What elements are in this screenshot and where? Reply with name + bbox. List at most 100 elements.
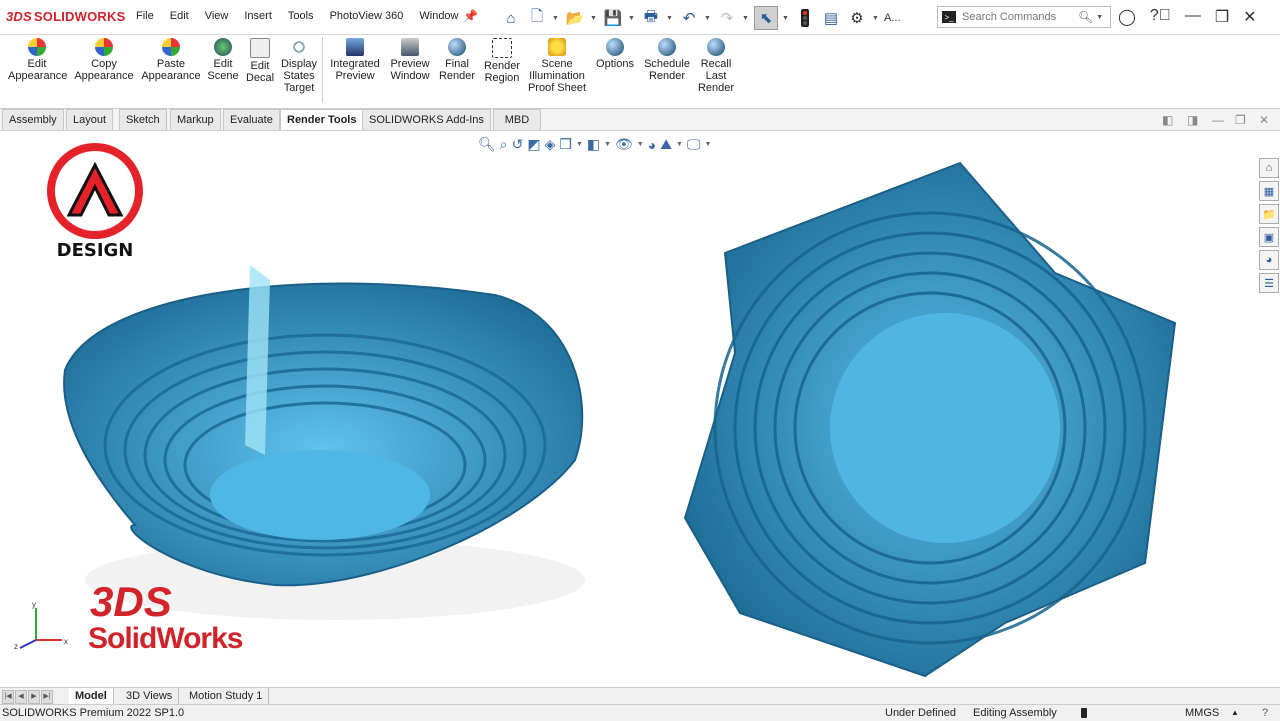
- save-icon[interactable]: 💾: [602, 7, 624, 29]
- apply-scene-dropdown-icon[interactable]: ▼: [676, 141, 683, 148]
- next-tab-icon[interactable]: ▶: [28, 690, 40, 704]
- home-icon[interactable]: ⌂: [500, 7, 522, 29]
- tab-assembly[interactable]: Assembly: [2, 109, 64, 130]
- quick-more[interactable]: A...: [884, 12, 901, 24]
- prev-doc-icon[interactable]: ◧: [1162, 113, 1173, 127]
- new-doc-icon[interactable]: 🗋: [526, 7, 548, 29]
- edit-scene-button[interactable]: Edit Scene: [207, 38, 239, 82]
- tab-3d-views[interactable]: 3D Views: [120, 688, 180, 704]
- dynamic-annotation-icon[interactable]: ◈: [545, 136, 556, 153]
- section-view-icon[interactable]: ◩: [527, 136, 540, 153]
- view-settings-dropdown-icon[interactable]: ▼: [704, 141, 711, 148]
- solidworks-logo[interactable]: 3DS SOLIDWORKS: [6, 9, 125, 24]
- redo-dropdown-icon[interactable]: ▼: [742, 15, 750, 22]
- close-icon[interactable]: ✕: [1243, 7, 1256, 27]
- tab-mbd[interactable]: MBD: [493, 109, 541, 130]
- custom-properties-icon[interactable]: ☰: [1259, 273, 1279, 293]
- hide-show-icon[interactable]: 👁︎: [615, 136, 633, 153]
- open-icon[interactable]: 📂: [564, 7, 586, 29]
- options-gear-icon[interactable]: ⚙: [846, 7, 868, 29]
- final-render-button[interactable]: Final Render: [438, 38, 476, 82]
- options-button[interactable]: Options: [594, 38, 636, 70]
- first-tab-icon[interactable]: |◀: [2, 690, 14, 704]
- solidworks-resources-icon[interactable]: ⌂: [1259, 158, 1279, 178]
- rebuild-traffic-light-icon[interactable]: [1081, 708, 1087, 718]
- menu-file[interactable]: File: [128, 10, 162, 22]
- save-dropdown-icon[interactable]: ▼: [628, 15, 636, 22]
- bowl-model-right[interactable]: [680, 158, 1180, 680]
- tab-motion-study[interactable]: Motion Study 1: [183, 688, 270, 704]
- schedule-render-button[interactable]: Schedule Render: [642, 38, 692, 82]
- edit-appearance-button[interactable]: Edit Appearance: [8, 38, 67, 82]
- prev-tab-icon[interactable]: ◀: [15, 690, 27, 704]
- scene-illumination-button[interactable]: Scene Illumination Proof Sheet: [527, 38, 587, 94]
- display-states-target-button[interactable]: Display States Target: [280, 38, 318, 94]
- menu-insert[interactable]: Insert: [236, 10, 280, 22]
- doc-minimize-icon[interactable]: —: [1212, 113, 1224, 127]
- new-dropdown-icon[interactable]: ▼: [552, 15, 560, 22]
- search-input[interactable]: [960, 10, 1074, 24]
- doc-restore-icon[interactable]: ❐: [1235, 113, 1246, 127]
- menu-view[interactable]: View: [197, 10, 237, 22]
- tab-layout[interactable]: Layout: [66, 109, 114, 130]
- display-style-dropdown-icon[interactable]: ▼: [604, 141, 611, 148]
- view-palette-icon[interactable]: ▣: [1259, 227, 1279, 247]
- account-icon[interactable]: ◯: [1118, 7, 1136, 27]
- traffic-light-icon[interactable]: [794, 7, 816, 29]
- print-icon[interactable]: 🖶: [640, 7, 662, 29]
- apply-scene-icon[interactable]: ⛰: [660, 136, 672, 153]
- tab-evaluate[interactable]: Evaluate: [223, 109, 280, 130]
- tab-markup[interactable]: Markup: [170, 109, 221, 130]
- search-dropdown-icon[interactable]: ▼: [1096, 14, 1103, 21]
- menu-tools[interactable]: Tools: [280, 10, 322, 22]
- integrated-preview-button[interactable]: Integrated Preview: [328, 38, 382, 82]
- next-doc-icon[interactable]: ◨: [1187, 113, 1198, 127]
- select-icon[interactable]: ⬉: [754, 6, 778, 30]
- minimize-icon[interactable]: —: [1185, 7, 1201, 27]
- view-settings-icon[interactable]: 🖵: [687, 136, 701, 153]
- pin-icon[interactable]: 📌: [463, 9, 478, 23]
- status-units[interactable]: MMGS: [1185, 705, 1219, 721]
- render-region-button[interactable]: Render Region: [482, 38, 522, 84]
- doc-close-icon[interactable]: ✕: [1259, 113, 1269, 127]
- appearances-scenes-icon[interactable]: ◕: [1259, 250, 1279, 270]
- search-box[interactable]: >_ 🔍︎ ▼: [937, 6, 1111, 28]
- paste-appearance-button[interactable]: Paste Appearance: [141, 38, 201, 82]
- view-orientation-icon[interactable]: ❒: [559, 136, 572, 153]
- units-dropdown-icon[interactable]: ▲: [1231, 705, 1239, 721]
- recall-last-render-button[interactable]: Recall Last Render: [696, 38, 736, 94]
- preview-window-button[interactable]: Preview Window: [388, 38, 432, 82]
- display-style-icon[interactable]: ◧: [587, 136, 600, 153]
- help-icon[interactable]: ?⃝: [1150, 7, 1171, 27]
- edit-decal-button[interactable]: Edit Decal: [244, 38, 276, 84]
- search-icon[interactable]: 🔍︎: [1078, 10, 1093, 24]
- zoom-to-area-icon[interactable]: ⌕: [500, 136, 508, 153]
- open-dropdown-icon[interactable]: ▼: [590, 15, 598, 22]
- help-status-icon[interactable]: ?: [1262, 705, 1268, 721]
- select-dropdown-icon[interactable]: ▼: [782, 15, 790, 22]
- view-orientation-dropdown-icon[interactable]: ▼: [576, 141, 583, 148]
- menu-window[interactable]: Window: [411, 10, 466, 22]
- file-props-icon[interactable]: ▤: [820, 7, 842, 29]
- copy-appearance-button[interactable]: Copy Appearance: [74, 38, 134, 82]
- design-library-icon[interactable]: ▦: [1259, 181, 1279, 201]
- previous-view-icon[interactable]: ↺: [512, 136, 524, 153]
- tab-sketch[interactable]: Sketch: [119, 109, 167, 130]
- tab-solidworks-addins[interactable]: SOLIDWORKS Add-Ins: [362, 109, 491, 130]
- undo-dropdown-icon[interactable]: ▼: [704, 15, 712, 22]
- options-dropdown-icon[interactable]: ▼: [872, 15, 880, 22]
- redo-icon[interactable]: ↷: [716, 7, 738, 29]
- last-tab-icon[interactable]: ▶|: [41, 690, 53, 704]
- zoom-to-fit-icon[interactable]: 🔍︎: [478, 136, 496, 153]
- print-dropdown-icon[interactable]: ▼: [666, 15, 674, 22]
- restore-icon[interactable]: ❐: [1215, 7, 1229, 27]
- tab-render-tools[interactable]: Render Tools: [280, 109, 364, 130]
- hide-show-dropdown-icon[interactable]: ▼: [637, 141, 644, 148]
- undo-icon[interactable]: ↶: [678, 7, 700, 29]
- file-explorer-icon[interactable]: 📁: [1259, 204, 1279, 224]
- tab-model[interactable]: Model: [69, 688, 114, 704]
- menu-edit[interactable]: Edit: [162, 10, 197, 22]
- edit-appearance-view-icon[interactable]: ◕: [648, 137, 656, 153]
- bowl-model-left[interactable]: [55, 255, 595, 625]
- menu-photoview[interactable]: PhotoView 360: [322, 10, 412, 22]
